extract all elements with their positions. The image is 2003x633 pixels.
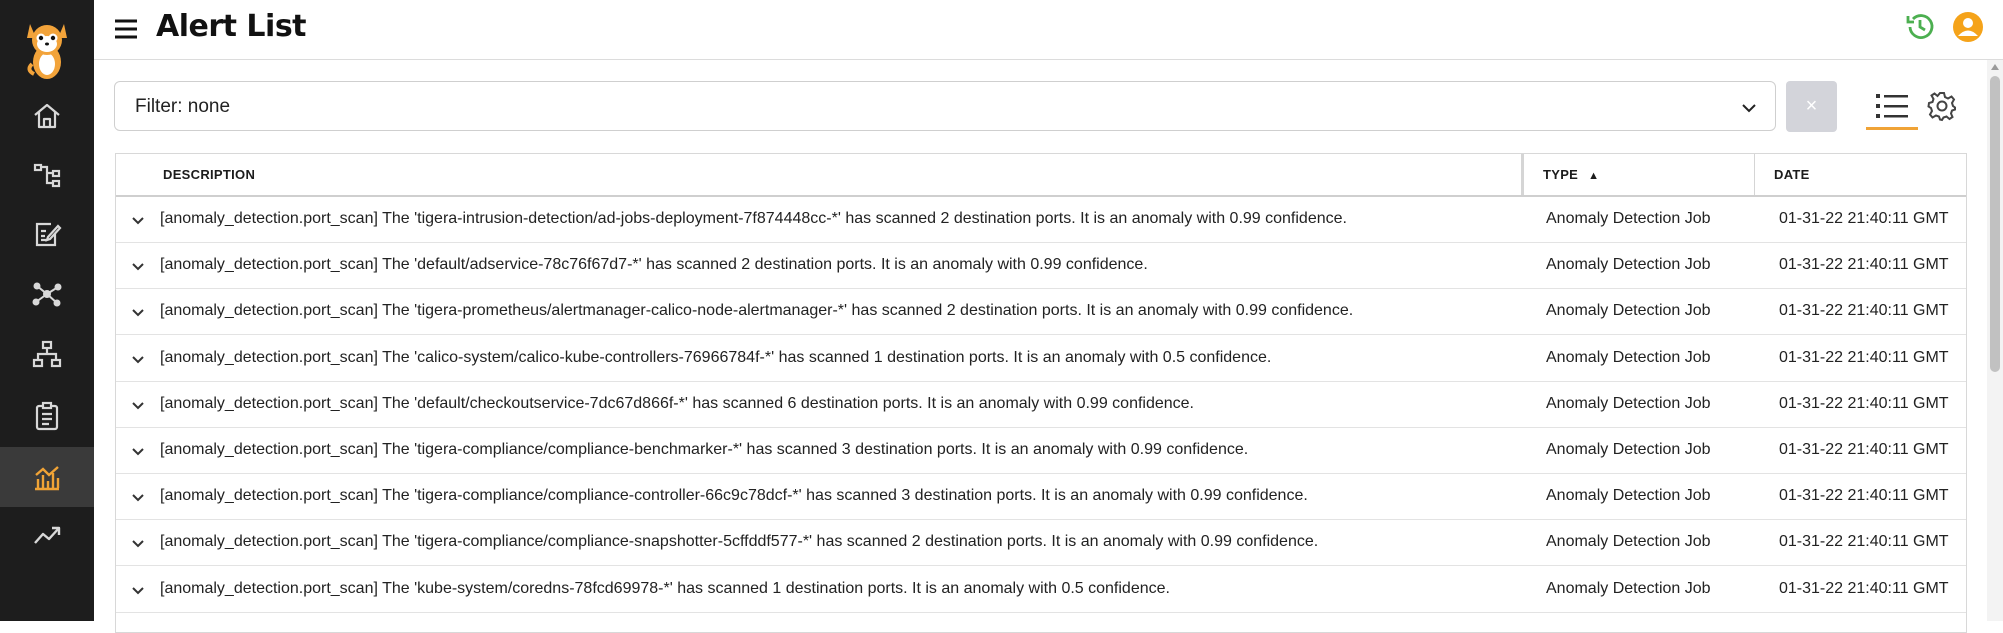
alert-date: 01-31-22 21:40:11 GMT <box>1779 302 1949 320</box>
user-account-icon[interactable] <box>1951 10 1985 44</box>
hamburger-menu-icon[interactable] <box>110 13 142 45</box>
hierarchy-icon <box>32 340 62 368</box>
alert-type: Anomaly Detection Job <box>1546 394 1711 412</box>
alert-date: 01-31-22 21:40:11 GMT <box>1779 394 1949 412</box>
column-header-type[interactable]: TYPE ▲ <box>1543 154 1599 195</box>
top-header: Alert List <box>94 0 2003 60</box>
gear-icon <box>1927 92 1956 122</box>
calico-cat-logo[interactable] <box>22 14 72 82</box>
sidebar-item-home[interactable] <box>0 86 94 146</box>
alert-type: Anomaly Detection Job <box>1546 210 1711 227</box>
table-row[interactable]: [anomaly_detection.port_scan] The 'calic… <box>116 335 1966 382</box>
alert-description: [anomaly_detection.port_scan] The 'tiger… <box>160 441 1249 458</box>
clear-filter-button[interactable]: × <box>1786 81 1837 132</box>
alert-date: 01-31-22 21:40:11 GMT <box>1779 579 1949 597</box>
alert-date: 01-31-22 21:40:11 GMT <box>1779 210 1949 227</box>
home-icon <box>34 103 60 129</box>
table-row[interactable]: [anomaly_detection.port_scan] The 'defau… <box>116 243 1966 290</box>
expand-row-button[interactable] <box>126 485 150 509</box>
alert-description: [anomaly_detection.port_scan] The 'calic… <box>160 348 1272 366</box>
page-title: Alert List <box>156 9 307 44</box>
alert-type: Anomaly Detection Job <box>1546 533 1711 551</box>
alert-description: [anomaly_detection.port_scan] The 'tiger… <box>160 533 1319 551</box>
chevron-down-icon <box>132 309 144 317</box>
alert-type: Anomaly Detection Job <box>1546 348 1711 366</box>
clipboard-icon <box>35 401 59 431</box>
flow-graph-icon <box>33 163 61 188</box>
page-scrollbar[interactable] <box>1987 60 2003 621</box>
network-icon <box>32 282 62 307</box>
column-divider <box>1754 154 1755 195</box>
list-view-icon <box>1876 93 1908 118</box>
table-row[interactable]: [anomaly_detection.port_scan] The 'tiger… <box>116 197 1966 243</box>
expand-row-button[interactable] <box>126 347 150 371</box>
chevron-down-icon <box>132 540 144 548</box>
alert-date: 01-31-22 21:40:11 GMT <box>1779 533 1949 551</box>
expand-row-button[interactable] <box>126 208 150 232</box>
chevron-down-icon <box>1742 104 1756 113</box>
alert-description: [anomaly_detection.port_scan] The 'defau… <box>160 394 1194 412</box>
expand-row-button[interactable] <box>126 393 150 417</box>
column-header-date[interactable]: DATE <box>1774 154 1810 195</box>
column-header-type-label: TYPE <box>1543 167 1579 182</box>
table-row[interactable]: [anomaly_detection.port_scan] The 'defau… <box>116 381 1966 428</box>
chevron-down-icon <box>132 355 144 364</box>
chevron-down-icon <box>132 448 144 456</box>
sidebar-item-network[interactable] <box>0 264 94 324</box>
table-row[interactable]: [anomaly_detection.port_scan] The 'kube-… <box>116 566 1966 613</box>
alert-date: 01-31-22 21:40:11 GMT <box>1779 256 1949 274</box>
alert-type: Anomaly Detection Job <box>1546 579 1711 597</box>
sort-ascending-icon: ▲ <box>1588 170 1600 182</box>
scroll-up-arrow[interactable] <box>1991 64 1999 70</box>
alert-type: Anomaly Detection Job <box>1546 441 1711 458</box>
sidebar <box>0 0 94 621</box>
filter-label: Filter: none <box>135 96 231 117</box>
expand-row-button[interactable] <box>126 254 150 278</box>
chevron-down-icon <box>132 217 144 225</box>
filter-dropdown[interactable]: Filter: none <box>114 81 1776 131</box>
alert-date: 01-31-22 21:40:11 GMT <box>1779 348 1949 366</box>
sidebar-item-alerts[interactable] <box>0 447 94 507</box>
chevron-down-icon <box>132 494 144 502</box>
table-row[interactable]: [anomaly_detection.port_scan] The 'tiger… <box>116 520 1966 567</box>
alert-type: Anomaly Detection Job <box>1546 302 1711 320</box>
sidebar-item-flow-viz[interactable] <box>0 145 94 205</box>
settings-button[interactable] <box>1924 88 1960 124</box>
chevron-down-icon <box>132 402 144 410</box>
table-row[interactable]: [anomaly_detection.port_scan] The 'tiger… <box>116 428 1966 474</box>
scroll-thumb[interactable] <box>1990 76 2000 372</box>
alert-type: Anomaly Detection Job <box>1546 256 1711 274</box>
expand-row-button[interactable] <box>126 578 150 602</box>
alert-description: [anomaly_detection.port_scan] The 'defau… <box>160 256 1148 274</box>
alert-type: Anomaly Detection Job <box>1546 487 1711 505</box>
expand-row-button[interactable] <box>126 531 150 555</box>
alert-table: DESCRIPTION TYPE ▲ DATE [anomaly_detecti… <box>115 153 1967 633</box>
column-resize-handle[interactable] <box>1521 154 1524 195</box>
trending-up-icon <box>34 526 61 544</box>
alert-description: [anomaly_detection.port_scan] The 'tiger… <box>160 302 1354 320</box>
chevron-down-icon <box>132 263 144 271</box>
policy-edit-icon <box>35 222 62 247</box>
column-header-description[interactable]: DESCRIPTION <box>163 154 255 195</box>
sidebar-item-reports[interactable] <box>0 386 94 446</box>
table-header: DESCRIPTION TYPE ▲ DATE <box>116 154 1966 197</box>
sidebar-item-trends[interactable] <box>0 505 94 565</box>
alert-date: 01-31-22 21:40:11 GMT <box>1779 487 1949 505</box>
chevron-down-icon <box>132 586 144 595</box>
alert-description: [anomaly_detection.port_scan] The 'kube-… <box>160 579 1170 597</box>
expand-row-button[interactable] <box>126 439 150 463</box>
sidebar-item-policies[interactable] <box>0 204 94 264</box>
table-row[interactable]: [anomaly_detection.port_scan] The 'tiger… <box>116 289 1966 336</box>
history-icon[interactable] <box>1903 10 1937 44</box>
alerts-chart-icon <box>35 466 60 491</box>
table-row[interactable]: [anomaly_detection.port_scan] The 'tiger… <box>116 474 1966 521</box>
expand-row-button[interactable] <box>126 300 150 324</box>
sidebar-item-hierarchy[interactable] <box>0 324 94 384</box>
alert-description: [anomaly_detection.port_scan] The 'tiger… <box>160 487 1308 505</box>
alert-description: [anomaly_detection.port_scan] The 'tiger… <box>160 210 1347 227</box>
list-view-button[interactable] <box>1866 84 1918 130</box>
alert-date: 01-31-22 21:40:11 GMT <box>1779 441 1949 458</box>
